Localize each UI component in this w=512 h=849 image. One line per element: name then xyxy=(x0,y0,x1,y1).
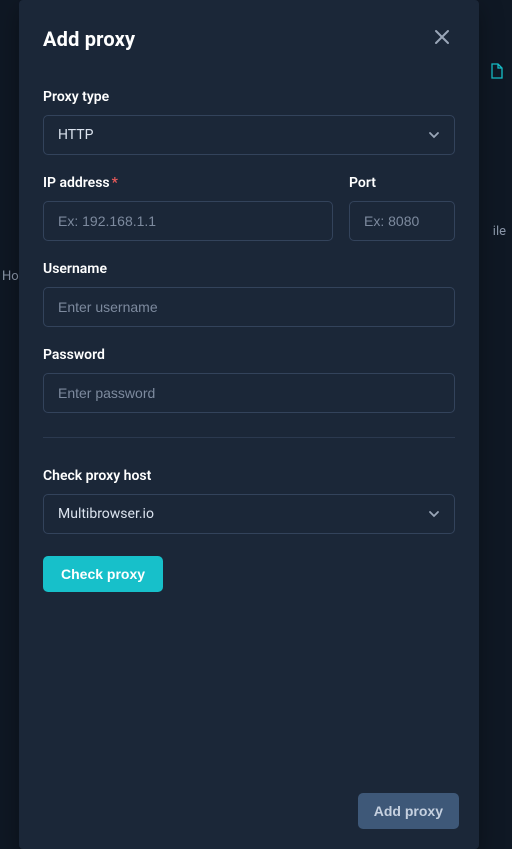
close-icon xyxy=(433,28,451,49)
port-input[interactable] xyxy=(349,201,455,241)
port-group: Port xyxy=(349,175,455,241)
check-action-row: Check proxy xyxy=(43,556,455,592)
modal-header: Add proxy xyxy=(19,0,479,67)
ip-port-row: IP address* Port xyxy=(43,175,455,241)
check-host-value: Multibrowser.io xyxy=(58,506,154,522)
document-icon xyxy=(490,63,504,79)
ip-input[interactable] xyxy=(43,201,333,241)
proxy-type-select[interactable]: HTTP xyxy=(43,115,455,155)
username-group: Username xyxy=(43,261,455,327)
background-text-right: ile xyxy=(493,224,506,239)
modal-title: Add proxy xyxy=(43,27,135,51)
modal-footer: Add proxy xyxy=(19,777,479,849)
proxy-type-group: Proxy type HTTP xyxy=(43,89,455,155)
background-text-left: Ho xyxy=(2,269,19,284)
port-label: Port xyxy=(349,175,455,191)
chevron-down-icon xyxy=(428,508,440,520)
check-host-group: Check proxy host Multibrowser.io xyxy=(43,468,455,534)
chevron-down-icon xyxy=(428,129,440,141)
ip-label: IP address* xyxy=(43,175,333,191)
ip-group: IP address* xyxy=(43,175,333,241)
proxy-type-value: HTTP xyxy=(58,127,93,143)
password-label: Password xyxy=(43,347,455,363)
password-input[interactable] xyxy=(43,373,455,413)
check-host-select[interactable]: Multibrowser.io xyxy=(43,494,455,534)
password-group: Password xyxy=(43,347,455,413)
required-asterisk: * xyxy=(112,175,118,191)
add-proxy-button[interactable]: Add proxy xyxy=(358,793,459,829)
divider xyxy=(43,437,455,438)
modal-body: Proxy type HTTP IP address* Port Usernam… xyxy=(19,67,479,777)
proxy-type-label: Proxy type xyxy=(43,89,455,105)
add-proxy-modal: Add proxy Proxy type HTTP IP address* Po xyxy=(19,0,479,849)
check-host-label: Check proxy host xyxy=(43,468,455,484)
username-label: Username xyxy=(43,261,455,277)
username-input[interactable] xyxy=(43,287,455,327)
check-proxy-button[interactable]: Check proxy xyxy=(43,556,163,592)
close-button[interactable] xyxy=(429,24,455,53)
